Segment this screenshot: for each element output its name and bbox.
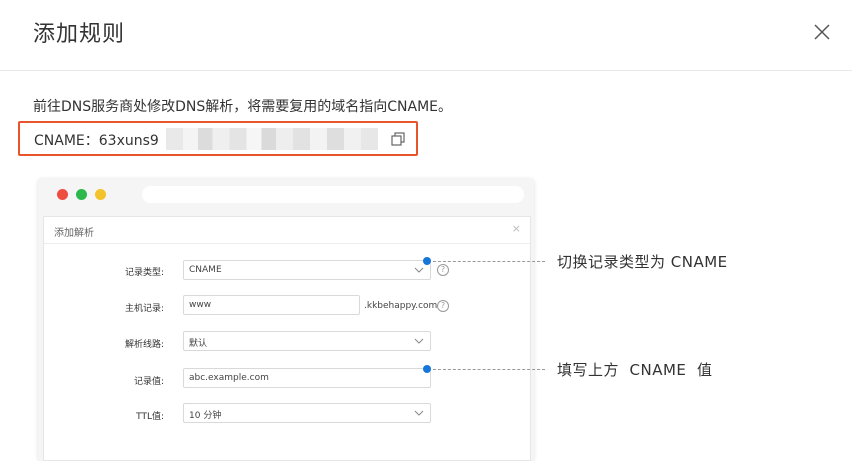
record-type-label: 记录类型: [124,268,164,278]
example-screenshot: 添加解析 × 记录类型: CNAME ? 主机记录: www .kkbehapp… [38,178,534,461]
panel-title: 添加解析 [54,228,94,239]
host-record-label: 主机记录: [124,304,164,314]
chevron-down-icon [414,410,424,416]
add-record-panel: 添加解析 × 记录类型: CNAME ? 主机记录: www .kkbehapp… [43,216,531,461]
record-type-select: CNAME [183,260,431,280]
callout-leader-line [433,261,545,262]
panel-close-icon: × [511,222,521,235]
callout-record-type: 切换记录类型为 CNAME [557,253,728,271]
dialog-header: 添加规则 [0,0,852,71]
help-icon: ? [437,264,449,276]
cname-value[interactable]: CNAME：63xuns9 [34,130,159,150]
resolution-line-value: 默认 [189,339,208,349]
record-value-value: abc.example.com [189,373,269,383]
address-bar [142,186,524,203]
cname-value-box: CNAME：63xuns9 [18,121,418,156]
dialog-title: 添加规则 [33,22,126,47]
ttl-value: 10 分钟 [189,411,222,421]
domain-suffix: .kkbehappy.com [364,301,438,311]
host-record-value: www [189,300,212,310]
callout-marker [423,257,431,265]
window-minimize-dot [95,189,106,200]
close-icon[interactable] [812,22,832,42]
callout-marker [423,365,431,373]
resolution-line-label: 解析线路: [124,340,164,350]
chevron-down-icon [414,267,424,273]
ttl-select: 10 分钟 [183,403,431,423]
chevron-down-icon [414,338,424,344]
panel-header: 添加解析 × [44,217,530,244]
callout-leader-line [433,369,545,370]
record-type-value: CNAME [189,265,222,275]
record-value-input: abc.example.com [183,368,431,388]
record-value-label: 记录值: [133,377,164,387]
resolution-line-select: 默认 [183,331,431,351]
host-record-input: www [183,295,360,315]
callout-record-value: 填写上方 CNAME 值 [557,361,713,379]
ttl-label: TTL值: [136,412,164,422]
copy-icon[interactable] [390,131,406,147]
instruction-text: 前往DNS服务商处修改DNS解析，将需要复用的域名指向CNAME。 [33,99,453,115]
window-close-dot [57,189,68,200]
cname-redacted [166,128,378,150]
help-icon: ? [437,300,449,312]
window-maximize-dot [76,189,87,200]
